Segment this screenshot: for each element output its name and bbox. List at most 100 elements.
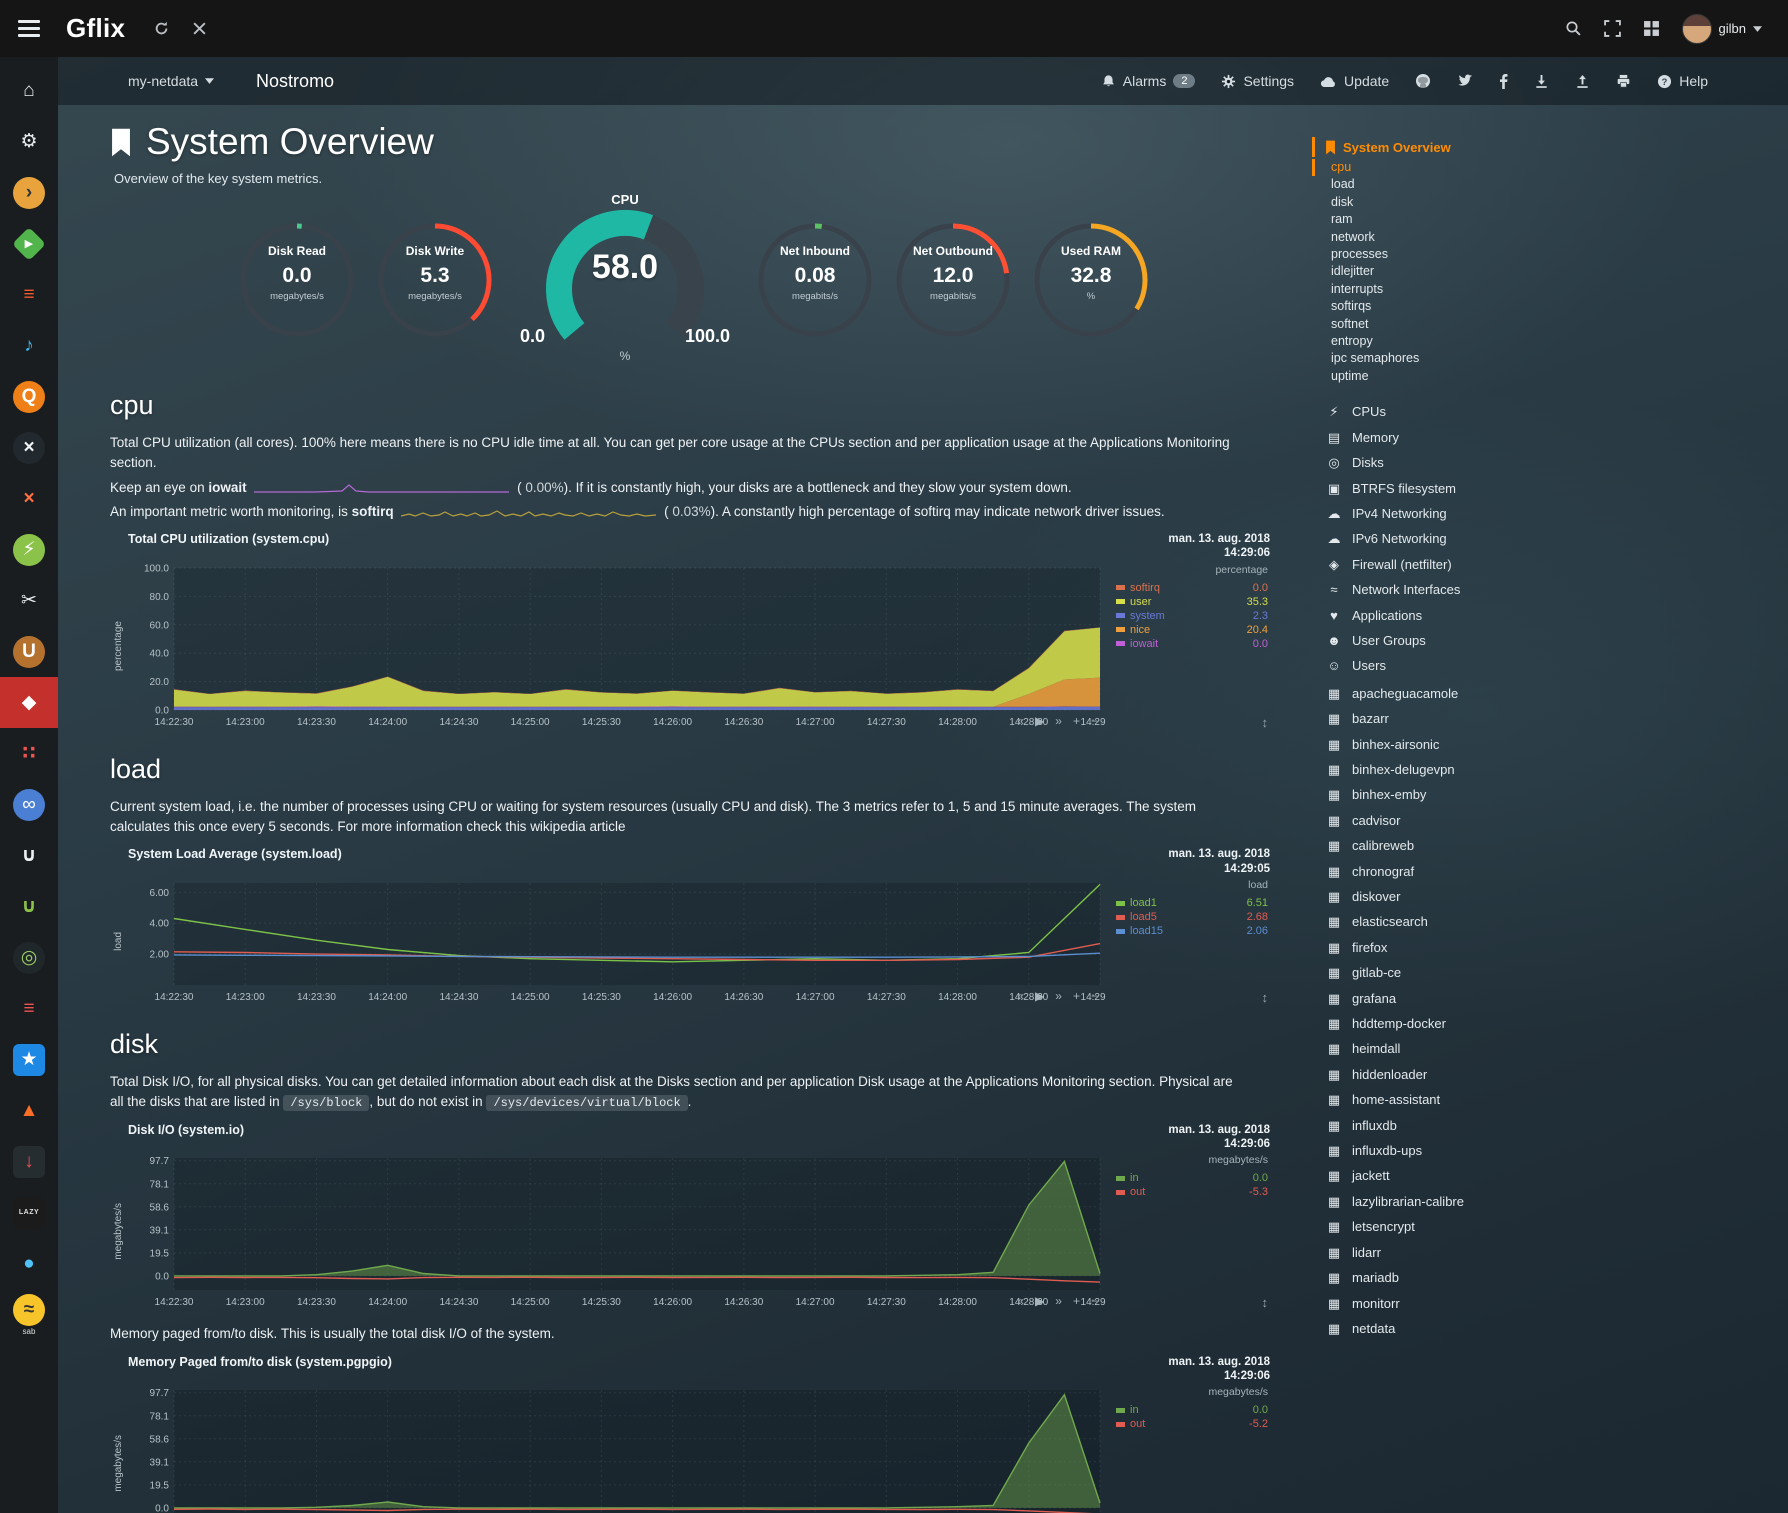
upload-icon[interactable] [1575,74,1590,89]
star-app[interactable]: ★ [0,1034,58,1085]
legend-item[interactable]: in 0.0 [1116,1171,1268,1185]
facebook-icon[interactable] [1499,73,1508,89]
menu-sub-item[interactable]: cpu [1312,159,1615,176]
settings[interactable]: ⚙ [0,116,58,167]
update-button[interactable]: Update [1320,73,1389,89]
menu-section-item[interactable]: ☁ IPv4 Networking [1325,501,1615,526]
menu-sub-item[interactable]: interrupts [1325,281,1615,298]
menu-app-item[interactable]: firefox [1325,935,1615,960]
gauge-disk-write[interactable]: Disk Write5.3megabytes/s [366,214,504,366]
unraid[interactable]: ≡ [0,269,58,320]
legend-item[interactable]: softirq 0.0 [1116,581,1268,595]
menu-toggle-button[interactable] [0,0,58,57]
menu-app-item[interactable]: grafana [1325,986,1615,1011]
download-icon[interactable] [1534,74,1549,89]
play-button[interactable]: ▶ [1035,715,1044,727]
fullscreen-icon[interactable] [1604,20,1621,37]
legend-item[interactable]: system 2.3 [1116,609,1268,623]
menu-section-item[interactable]: ≈ Network Interfaces [1325,577,1615,602]
search-icon[interactable] [1565,20,1582,37]
menu-app-item[interactable]: lazylibrarian-calibre [1325,1189,1615,1214]
menu-app-item[interactable]: influxdb [1325,1113,1615,1138]
menu-app-item[interactable]: cadvisor [1325,808,1615,833]
download-app[interactable]: ↓ [0,1136,58,1187]
menu-app-item[interactable]: influxdb-ups [1325,1138,1615,1163]
pan-left-button[interactable]: « [1017,715,1024,727]
refresh-icon[interactable] [153,20,170,37]
print-icon[interactable] [1616,74,1631,89]
zoom-out-button[interactable]: − [1091,990,1098,1002]
home[interactable]: ⌂ [0,65,58,116]
menu-app-item[interactable]: lidarr [1325,1240,1615,1265]
menu-app-item[interactable]: apacheguacamole [1325,681,1615,706]
menu-sub-item[interactable]: processes [1325,246,1615,263]
grid-icon[interactable] [1643,20,1660,37]
pan-right-button[interactable]: » [1055,715,1062,727]
legend-item[interactable]: iowait 0.0 [1116,637,1268,651]
gauge-used-ram[interactable]: Used RAM32.8% [1022,214,1160,366]
bolt-app[interactable]: ⚡ [0,524,58,575]
menu-section-item[interactable]: ☺ Users [1325,653,1615,678]
zoom-in-button[interactable]: + [1073,990,1080,1002]
menu-sub-item[interactable]: network [1325,229,1615,246]
menu-sub-item[interactable]: disk [1325,194,1615,211]
menu-sub-item[interactable]: entropy [1325,333,1615,350]
alarms-button[interactable]: Alarms 2 [1101,73,1196,89]
gauge-net-inbound[interactable]: Net Inbound0.08megabits/s [746,214,884,366]
cpu-plot-area[interactable]: 0.020.040.060.080.0100.014:22:3014:23:00… [126,562,1106,730]
menu-app-item[interactable]: netdata [1325,1316,1615,1341]
menu-section-item[interactable]: ◈ Firewall (netfilter) [1325,552,1615,577]
menu-app-item[interactable]: monitorr [1325,1291,1615,1316]
menu-section-item[interactable]: ☻ User Groups [1325,628,1615,653]
u-app[interactable]: ∪ [0,830,58,881]
ring-app[interactable]: ◎ [0,932,58,983]
menu-sub-item[interactable]: idlejitter [1325,263,1615,280]
menu-system-overview[interactable]: System Overview [1312,137,1615,157]
menu-section-item[interactable]: ▣ BTRFS filesystem [1325,476,1615,501]
menu-sub-item[interactable]: ipc semaphores [1325,350,1615,367]
lazylibrarian[interactable]: LAZY [0,1187,58,1238]
kodi[interactable]: × [0,422,58,473]
menu-app-item[interactable]: letsencrypt [1325,1214,1615,1239]
settings-button[interactable]: Settings [1221,73,1294,89]
pan-right-button[interactable]: » [1055,990,1062,1002]
gauge-disk-read[interactable]: Disk Read0.0megabytes/s [228,214,366,366]
menu-app-item[interactable]: jackett [1325,1163,1615,1188]
load-plot-area[interactable]: 2.004.006.0014:22:3014:23:0014:23:3014:2… [126,877,1106,1005]
menu-sub-item[interactable]: load [1325,176,1615,193]
menu-app-item[interactable]: binhex-emby [1325,782,1615,807]
drop-app[interactable]: ● [0,1238,58,1289]
help-button[interactable]: ? Help [1657,73,1708,89]
menu-app-item[interactable]: diskover [1325,884,1615,909]
menu-section-item[interactable]: ☁ IPv6 Networking [1325,526,1615,551]
zoom-in-button[interactable]: + [1073,1295,1080,1307]
legend-resize-handle[interactable]: ↕ [1116,1295,1268,1310]
cross-app[interactable]: × [0,473,58,524]
zoom-out-button[interactable]: − [1091,1295,1098,1307]
legend-item[interactable]: nice 20.4 [1116,623,1268,637]
server-dropdown[interactable]: my-netdata [128,73,214,89]
menu-section-item[interactable]: ♥ Applications [1325,603,1615,628]
menu-sub-item[interactable]: uptime [1325,368,1615,385]
menu-sub-item[interactable]: softnet [1325,316,1615,333]
pgpgio-plot-area[interactable]: 0.019.539.158.678.197.714:22:3014:23:001… [126,1384,1106,1513]
airsonic[interactable]: ♪ [0,320,58,371]
dots-app[interactable]: ∷ [0,728,58,779]
menu-app-item[interactable]: bazarr [1325,706,1615,731]
legend-item[interactable]: out -5.2 [1116,1417,1268,1431]
gauge-cpu[interactable]: CPU 58.0 0.0100.0 % [510,192,740,363]
jackett[interactable]: Q [0,371,58,422]
menu-app-item[interactable]: mariadb [1325,1265,1615,1290]
zoom-in-button[interactable]: + [1073,715,1080,727]
menu-app-item[interactable]: calibreweb [1325,833,1615,858]
legend-item[interactable]: load1 6.51 [1116,896,1268,910]
close-icon[interactable] [192,21,207,36]
menu-app-item[interactable]: binhex-delugevpn [1325,757,1615,782]
menu-app-item[interactable]: binhex-airsonic [1325,732,1615,757]
menu-app-item[interactable]: heimdall [1325,1036,1615,1061]
legend-item[interactable]: in 0.0 [1116,1403,1268,1417]
pihole[interactable]: ◆ [0,677,58,728]
twitter-icon[interactable] [1457,74,1473,88]
pan-right-button[interactable]: » [1055,1295,1062,1307]
legend-item[interactable]: user 35.3 [1116,595,1268,609]
